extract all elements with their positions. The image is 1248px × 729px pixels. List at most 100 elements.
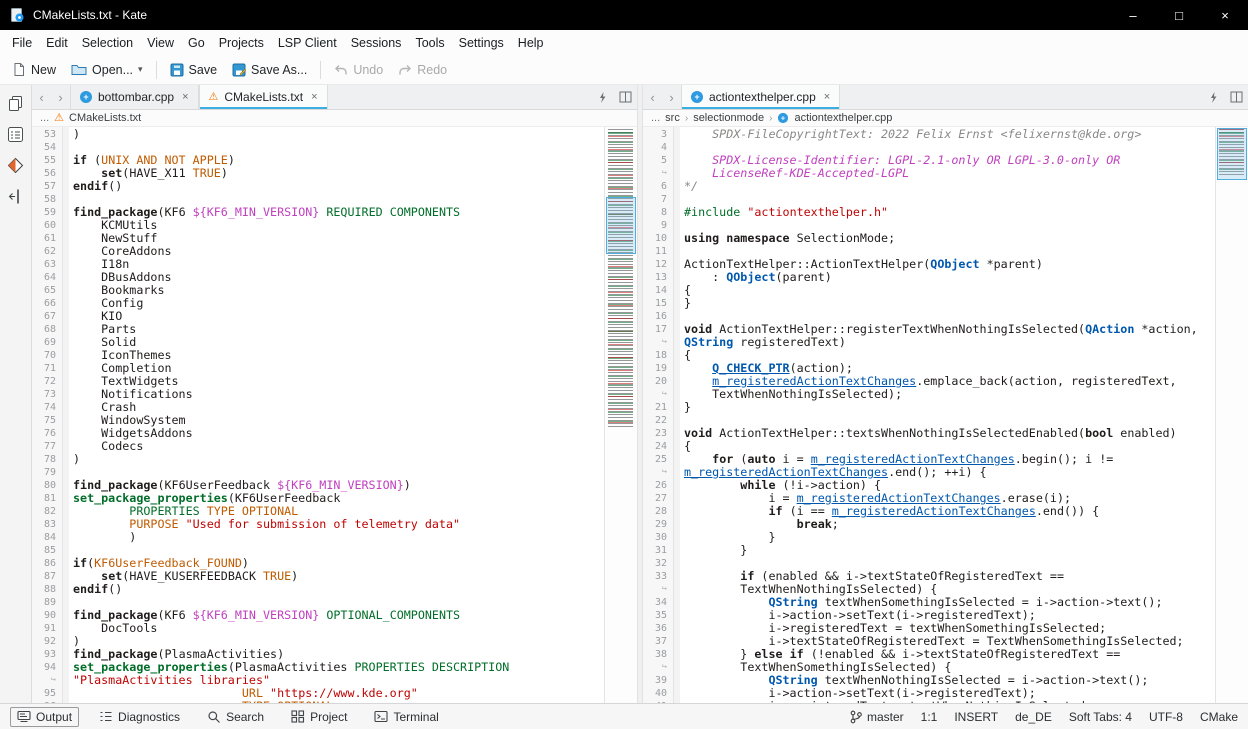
code-line[interactable]: 21}: [643, 401, 1215, 414]
line-number[interactable]: 78: [32, 453, 62, 466]
code-line[interactable]: ↪ TextWhenNothingIsSelected);: [643, 388, 1215, 401]
menu-item-projects[interactable]: Projects: [212, 33, 271, 53]
line-number[interactable]: 9: [643, 219, 673, 232]
line-number[interactable]: 38: [643, 648, 673, 661]
line-number[interactable]: 62: [32, 245, 62, 258]
menu-item-sessions[interactable]: Sessions: [344, 33, 409, 53]
menu-item-selection[interactable]: Selection: [75, 33, 140, 53]
sidebar-diff-button[interactable]: [5, 154, 27, 176]
wrap-indicator[interactable]: ↪: [643, 336, 673, 349]
breadcrumb-ellipsis[interactable]: ...: [651, 112, 660, 124]
line-number[interactable]: 17: [643, 323, 673, 336]
save-as-button[interactable]: Save As...: [225, 60, 314, 80]
line-number[interactable]: 33: [643, 570, 673, 583]
line-number[interactable]: 74: [32, 401, 62, 414]
wrap-indicator[interactable]: ↪: [32, 674, 62, 687]
line-number[interactable]: 12: [643, 258, 673, 271]
line-number[interactable]: 68: [32, 323, 62, 336]
minimap-viewport[interactable]: [606, 197, 636, 254]
menu-item-edit[interactable]: Edit: [39, 33, 75, 53]
line-number[interactable]: 79: [32, 466, 62, 479]
line-number[interactable]: 59: [32, 206, 62, 219]
encoding-indicator[interactable]: UTF-8: [1149, 710, 1183, 724]
line-number[interactable]: 61: [32, 232, 62, 245]
terminal-button[interactable]: Terminal: [367, 707, 445, 727]
open-button[interactable]: Open... ▾: [64, 60, 150, 80]
dictionary-indicator[interactable]: de_DE: [1015, 710, 1052, 724]
line-number[interactable]: 65: [32, 284, 62, 297]
line-number[interactable]: 23: [643, 427, 673, 440]
line-number[interactable]: 13: [643, 271, 673, 284]
code-line[interactable]: 6*/: [643, 180, 1215, 193]
line-number[interactable]: 54: [32, 141, 62, 154]
tab-close-icon[interactable]: ×: [311, 91, 317, 103]
line-number[interactable]: 94: [32, 661, 62, 674]
line-number[interactable]: 87: [32, 570, 62, 583]
line-number[interactable]: 64: [32, 271, 62, 284]
minimap-right[interactable]: [1215, 127, 1248, 703]
quick-actions-button[interactable]: [591, 85, 614, 109]
line-number[interactable]: 5: [643, 154, 673, 167]
line-number[interactable]: 56: [32, 167, 62, 180]
cursor-position[interactable]: 1:1: [921, 710, 938, 724]
code-line[interactable]: 78): [32, 453, 604, 466]
minimap-left[interactable]: [604, 127, 637, 703]
line-number[interactable]: 27: [643, 492, 673, 505]
line-number[interactable]: 95: [32, 687, 62, 700]
code-line[interactable]: 57endif(): [32, 180, 604, 193]
line-number[interactable]: 14: [643, 284, 673, 297]
line-number[interactable]: 10: [643, 232, 673, 245]
breadcrumb-ellipsis[interactable]: ...: [40, 112, 49, 124]
breadcrumb-file[interactable]: actiontexthelper.cpp: [794, 112, 892, 124]
tabs-prev-button[interactable]: ‹: [643, 85, 662, 109]
line-number[interactable]: 3: [643, 128, 673, 141]
breadcrumb-segment[interactable]: src: [665, 112, 680, 124]
search-button[interactable]: Search: [200, 707, 271, 727]
code-line[interactable]: 31 }: [643, 544, 1215, 557]
line-number[interactable]: 24: [643, 440, 673, 453]
menu-item-settings[interactable]: Settings: [452, 33, 511, 53]
line-number[interactable]: 60: [32, 219, 62, 232]
code-line[interactable]: 8#include "actiontexthelper.h": [643, 206, 1215, 219]
tabs-next-button[interactable]: ›: [51, 85, 70, 109]
line-number[interactable]: 76: [32, 427, 62, 440]
line-number[interactable]: 34: [643, 596, 673, 609]
line-number[interactable]: 73: [32, 388, 62, 401]
diagnostics-button[interactable]: Diagnostics: [92, 707, 187, 727]
wrap-indicator[interactable]: ↪: [643, 388, 673, 401]
line-number[interactable]: 35: [643, 609, 673, 622]
code-line[interactable]: 13 : QObject(parent): [643, 271, 1215, 284]
split-view-button[interactable]: [614, 85, 637, 109]
line-number[interactable]: 11: [643, 245, 673, 258]
line-number[interactable]: 7: [643, 193, 673, 206]
line-number[interactable]: 15: [643, 297, 673, 310]
code-line[interactable]: ↪ LicenseRef-KDE-Accepted-LGPL: [643, 167, 1215, 180]
code-area-left[interactable]: 53)5455if (UNIX AND NOT APPLE)56 set(HAV…: [32, 127, 604, 703]
line-number[interactable]: 81: [32, 492, 62, 505]
tab-actiontexthelper-cpp[interactable]: actiontexthelper.cpp ×: [681, 85, 840, 109]
git-branch-indicator[interactable]: master: [850, 710, 904, 724]
tab-cmakelists-txt[interactable]: ⚠ CMakeLists.txt ×: [199, 85, 328, 109]
line-number[interactable]: 83: [32, 518, 62, 531]
split-view-button[interactable]: [1225, 85, 1248, 109]
sidebar-documents-button[interactable]: [5, 92, 27, 114]
sidebar-cursor-button[interactable]: [5, 185, 27, 207]
menu-item-file[interactable]: File: [5, 33, 39, 53]
minimize-button[interactable]: –: [1110, 0, 1156, 30]
menu-item-tools[interactable]: Tools: [408, 33, 451, 53]
line-number[interactable]: 90: [32, 609, 62, 622]
line-number[interactable]: 28: [643, 505, 673, 518]
line-number[interactable]: 91: [32, 622, 62, 635]
line-number[interactable]: 29: [643, 518, 673, 531]
menu-item-view[interactable]: View: [140, 33, 181, 53]
code-line[interactable]: 15}: [643, 297, 1215, 310]
wrap-indicator[interactable]: ↪: [643, 661, 673, 674]
line-number[interactable]: 22: [643, 414, 673, 427]
tab-settings[interactable]: Soft Tabs: 4: [1069, 710, 1132, 724]
line-number[interactable]: 70: [32, 349, 62, 362]
code-area-right[interactable]: 3 SPDX-FileCopyrightText: 2022 Felix Ern…: [643, 127, 1215, 703]
code-line[interactable]: 23void ActionTextHelper::textsWhenNothin…: [643, 427, 1215, 440]
line-number[interactable]: 37: [643, 635, 673, 648]
tabs-next-button[interactable]: ›: [662, 85, 681, 109]
input-mode[interactable]: INSERT: [954, 710, 998, 724]
